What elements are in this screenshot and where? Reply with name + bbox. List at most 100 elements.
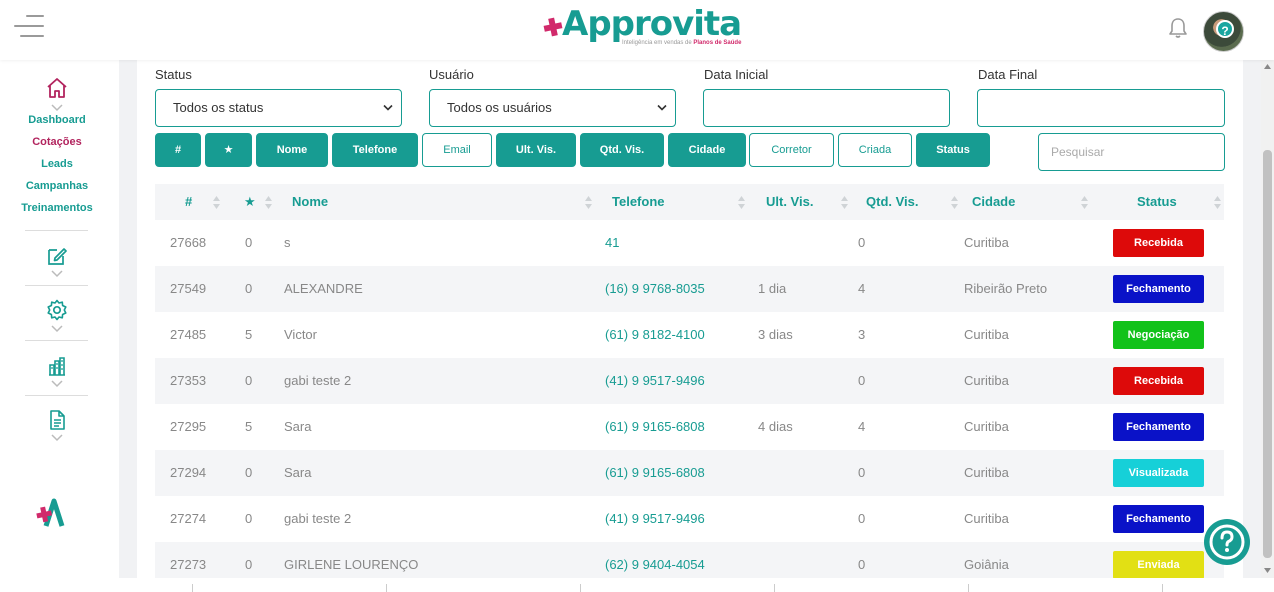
header-qtd-vis[interactable]: Qtd. Vis. (866, 184, 919, 220)
bell-icon[interactable] (1168, 17, 1188, 39)
gear-icon[interactable] (46, 299, 68, 321)
document-icon[interactable] (46, 409, 68, 431)
status-badge[interactable]: Enviada (1113, 551, 1204, 579)
sidebar-link-campanhas[interactable]: Campanhas (0, 180, 114, 192)
table-row[interactable]: 27549 0 ALEXANDRE (16) 9 9768-8035 1 dia 4 Rib… (155, 266, 1224, 312)
cell-phone[interactable]: (41) 9 9517-9496 (605, 358, 705, 404)
cell-id: 27549 (170, 281, 207, 296)
cell-stars: 0 (245, 511, 253, 526)
cell-visits: 0 (858, 373, 866, 388)
chevron-down-icon[interactable] (51, 380, 63, 388)
sidebar-link-leads[interactable]: Leads (0, 158, 114, 170)
table-header: # ★ Nome Telefone Ult. Vis. Qtd. Vis. Ci… (155, 184, 1224, 220)
cell-city: Curitiba (964, 465, 1009, 480)
cell-name: Sara (284, 465, 312, 480)
table-row[interactable]: 27353 0 gabi teste 2 (41) 9 9517-9496 0 Curit… (155, 358, 1224, 404)
edit-icon[interactable] (46, 245, 68, 267)
cell-visits: 3 (858, 327, 866, 342)
page-scrollbar[interactable] (1261, 60, 1274, 592)
chart-icon[interactable] (46, 355, 68, 377)
brand-logo[interactable]: Approvita Inteligência em vendas de Plan… (542, 4, 742, 48)
cell-phone[interactable]: (16) 9 9768-8035 (605, 266, 705, 312)
sort-icon[interactable] (951, 196, 958, 209)
status-badge[interactable]: Fechamento (1113, 505, 1204, 533)
cell-phone[interactable]: (41) 9 9517-9496 (605, 496, 705, 542)
column-toggle-id[interactable]: # (155, 133, 201, 167)
scroll-down-icon[interactable] (1264, 568, 1271, 573)
column-toggle-criada[interactable]: Criada (838, 133, 912, 167)
header-cidade[interactable]: Cidade (972, 184, 1015, 220)
start-date-input[interactable] (703, 89, 950, 127)
cell-name: Victor (284, 327, 317, 342)
header-telefone[interactable]: Telefone (612, 184, 665, 220)
column-toggle-qtd-vis[interactable]: Qtd. Vis. (580, 133, 664, 167)
column-toggle-ult-vis[interactable]: Ult. Vis. (496, 133, 576, 167)
cell-phone[interactable]: (61) 9 8182-4100 (605, 312, 705, 358)
sidebar-link-treinamentos[interactable]: Treinamentos (0, 202, 114, 214)
sidebar-divider (25, 285, 88, 286)
home-icon[interactable] (45, 76, 69, 100)
status-badge[interactable]: Fechamento (1113, 413, 1204, 441)
scroll-up-icon[interactable] (1264, 64, 1271, 69)
status-badge[interactable]: Recebida (1113, 229, 1204, 257)
scrollbar-thumb[interactable] (1263, 150, 1272, 558)
status-badge[interactable]: Fechamento (1113, 275, 1204, 303)
cell-phone[interactable]: (61) 9 9165-6808 (605, 450, 705, 496)
table-row[interactable]: 27295 5 Sara (61) 9 9165-6808 4 dias 4 Curitib… (155, 404, 1224, 450)
header-ult-vis[interactable]: Ult. Vis. (766, 184, 813, 220)
cell-phone[interactable]: 41 (605, 220, 619, 266)
logo-tagline: Inteligência em vendas de Planos de Saúd… (622, 40, 742, 46)
header-nome[interactable]: Nome (292, 184, 328, 220)
logo-cross-icon (543, 17, 563, 37)
cell-phone[interactable]: (61) 9 9165-6808 (605, 404, 705, 450)
header-status[interactable]: Status (1137, 184, 1177, 220)
brand-mark-icon[interactable] (32, 498, 66, 530)
chevron-down-icon[interactable] (51, 270, 63, 278)
chevron-down-icon[interactable] (51, 325, 63, 333)
sort-icon[interactable] (841, 196, 848, 209)
sort-icon[interactable] (213, 196, 220, 209)
sidebar-link-cotacoes[interactable]: Cotações (0, 136, 114, 148)
column-toggle-status[interactable]: Status (916, 133, 990, 167)
sort-icon[interactable] (738, 196, 745, 209)
table-row[interactable]: 27485 5 Victor (61) 9 8182-4100 3 dias 3 Curit… (155, 312, 1224, 358)
sidebar-link-dashboard[interactable]: Dashboard (0, 114, 114, 126)
status-select[interactable]: Todos os status (155, 89, 402, 127)
cell-last-visit: 1 dia (758, 281, 787, 296)
cell-city: Curitiba (964, 235, 1009, 250)
column-toggle-corretor[interactable]: Corretor (749, 133, 834, 167)
bottom-strip (0, 578, 1274, 592)
column-toggle-telefone[interactable]: Telefone (332, 133, 418, 167)
sort-icon[interactable] (1214, 196, 1221, 209)
header-id[interactable]: # (185, 184, 192, 220)
table-row[interactable]: 27668 0 s 41 0 Curitiba Recebida (155, 220, 1224, 266)
help-badge-icon[interactable]: ? (1216, 20, 1234, 38)
status-badge[interactable]: Negociação (1113, 321, 1204, 349)
table-row[interactable]: 27274 0 gabi teste 2 (41) 9 9517-9496 0 Curit… (155, 496, 1224, 542)
help-button[interactable] (1204, 519, 1250, 565)
status-badge[interactable]: Visualizada (1113, 459, 1204, 487)
logo-wordmark: Approvita (562, 4, 742, 44)
column-toggle-star[interactable]: ★ (205, 133, 252, 167)
cell-last-visit: 3 dias (758, 327, 793, 342)
search-input[interactable]: Pesquisar (1038, 133, 1225, 171)
chevron-down-icon[interactable] (51, 434, 63, 442)
top-header: Approvita Inteligência em vendas de Plan… (0, 0, 1274, 60)
column-toggle-nome[interactable]: Nome (256, 133, 328, 167)
header-star[interactable]: ★ (244, 184, 256, 220)
chevron-down-icon[interactable] (51, 104, 63, 112)
cell-id: 27294 (170, 465, 207, 480)
end-date-input[interactable] (977, 89, 1225, 127)
sort-icon[interactable] (1081, 196, 1088, 209)
cell-city: Ribeirão Preto (964, 281, 1048, 296)
chevron-down-icon (383, 104, 393, 111)
column-toggle-email[interactable]: Email (422, 133, 492, 167)
hamburger-menu-icon[interactable] (14, 15, 44, 37)
column-toggle-cidade[interactable]: Cidade (668, 133, 746, 167)
table-row[interactable]: 27294 0 Sara (61) 9 9165-6808 0 Curitiba Visua… (155, 450, 1224, 496)
sort-icon[interactable] (585, 196, 592, 209)
sort-icon[interactable] (265, 196, 272, 209)
status-badge[interactable]: Recebida (1113, 367, 1204, 395)
user-filter-label: Usuário (429, 67, 474, 82)
user-select[interactable]: Todos os usuários (429, 89, 676, 127)
